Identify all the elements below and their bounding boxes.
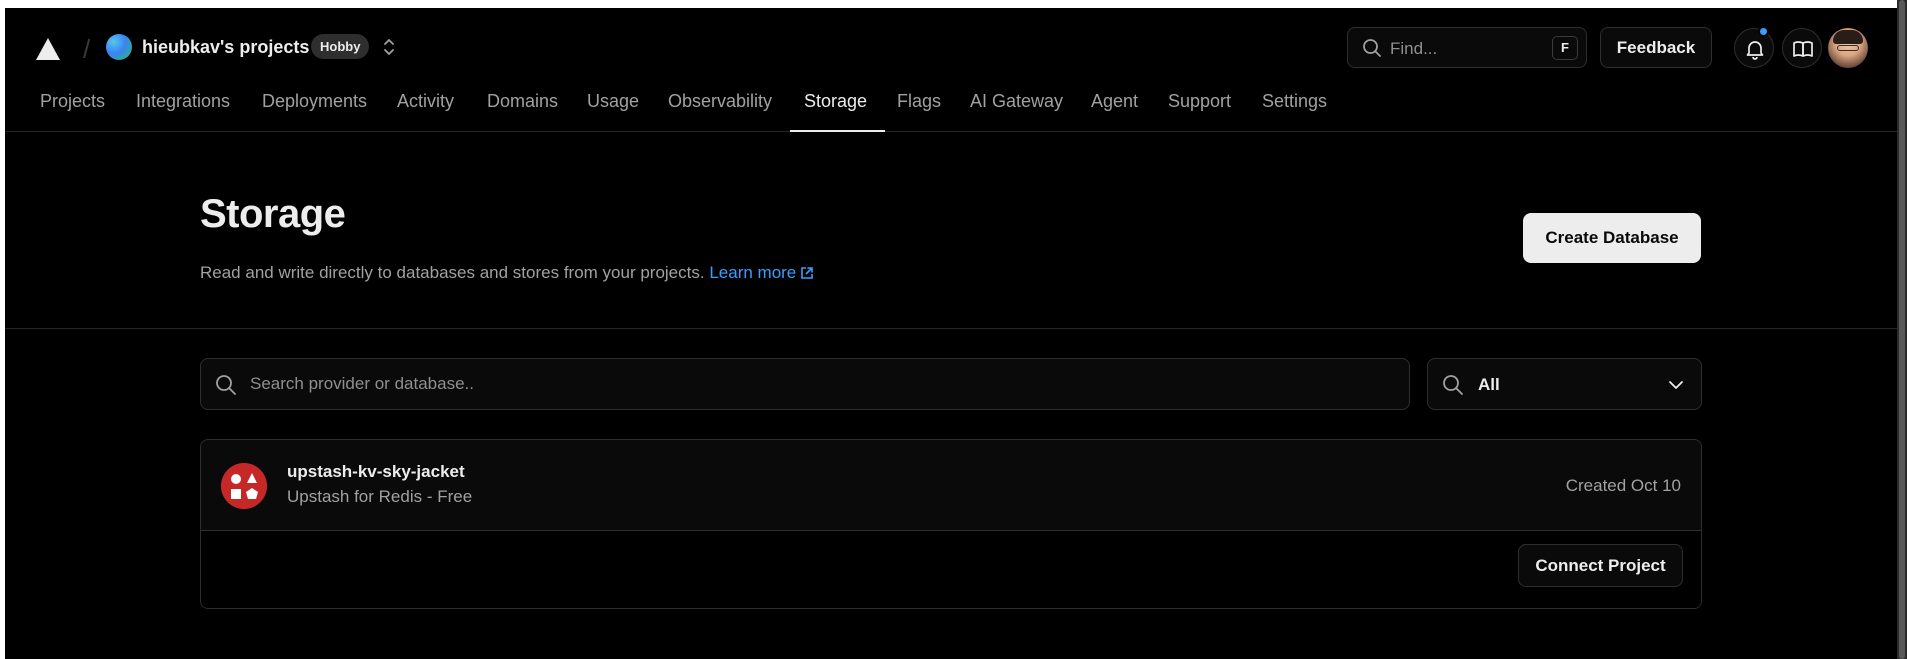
tab-agent[interactable]: Agent: [1091, 87, 1138, 132]
database-name[interactable]: upstash-kv-sky-jacket: [287, 462, 465, 482]
database-search-field[interactable]: [200, 358, 1410, 410]
book-icon: [1793, 41, 1813, 57]
tab-domains[interactable]: Domains: [487, 87, 558, 132]
breadcrumb-separator: /: [83, 34, 91, 64]
page-title: Storage: [200, 192, 346, 236]
bell-icon: [1746, 41, 1764, 60]
database-card: upstash-kv-sky-jacket Upstash for Redis …: [200, 439, 1702, 609]
top-navigation: / hieubkav's projects Hobby Find... F Fe…: [5, 8, 1897, 132]
active-tab-indicator: [790, 130, 885, 132]
team-avatar[interactable]: [106, 34, 132, 60]
tab-activity[interactable]: Activity: [397, 87, 454, 132]
tab-deployments[interactable]: Deployments: [262, 87, 367, 132]
tab-ai-gateway[interactable]: AI Gateway: [970, 87, 1063, 132]
plan-badge: Hobby: [311, 34, 370, 59]
tab-integrations[interactable]: Integrations: [136, 87, 230, 132]
database-provider: Upstash for Redis - Free: [287, 487, 473, 506]
upstash-icon: [221, 463, 267, 509]
page-description-text: Read and write directly to databases and…: [200, 263, 705, 282]
search-icon: [1363, 39, 1381, 57]
notification-indicator: [1758, 26, 1769, 37]
team-name[interactable]: hieubkav's projects: [142, 37, 309, 58]
user-avatar[interactable]: [1828, 28, 1868, 68]
chevrons-updown-icon[interactable]: [381, 35, 397, 59]
tab-storage[interactable]: Storage: [804, 87, 867, 132]
learn-more-link[interactable]: Learn more: [709, 263, 814, 282]
filter-selected-value: All: [1478, 375, 1500, 394]
tab-flags[interactable]: Flags: [897, 87, 941, 132]
vertical-scrollbar[interactable]: [1897, 0, 1907, 659]
docs-button[interactable]: [1782, 28, 1822, 68]
search-icon: [1443, 375, 1463, 395]
tab-observability[interactable]: Observability: [668, 87, 772, 132]
provider-filter-select[interactable]: All: [1427, 358, 1702, 410]
tab-support[interactable]: Support: [1168, 87, 1231, 132]
chevron-down-icon: [1669, 381, 1683, 389]
feedback-button[interactable]: Feedback: [1600, 27, 1712, 68]
search-icon: [216, 375, 236, 395]
database-search-input[interactable]: [250, 359, 1390, 409]
connect-project-button[interactable]: Connect Project: [1518, 544, 1683, 587]
page-header: Storage Read and write directly to datab…: [5, 133, 1897, 329]
tab-settings[interactable]: Settings: [1262, 87, 1327, 132]
page-description: Read and write directly to databases and…: [200, 263, 814, 283]
database-created-date: Created Oct 10: [1565, 476, 1681, 495]
find-placeholder: Find...: [1390, 39, 1438, 58]
app-window: / hieubkav's projects Hobby Find... F Fe…: [5, 8, 1897, 659]
database-card-footer: Connect Project: [201, 531, 1701, 608]
vercel-logo-icon[interactable]: [35, 37, 61, 61]
tab-usage[interactable]: Usage: [587, 87, 639, 132]
tab-projects[interactable]: Projects: [40, 87, 105, 132]
find-input[interactable]: Find... F: [1347, 27, 1587, 68]
database-row[interactable]: upstash-kv-sky-jacket Upstash for Redis …: [201, 440, 1701, 531]
external-link-icon: [801, 267, 814, 279]
find-shortcut-key: F: [1552, 36, 1578, 60]
create-database-button[interactable]: Create Database: [1523, 213, 1701, 263]
scrollbar-thumb[interactable]: [1899, 0, 1905, 659]
learn-more-label: Learn more: [709, 263, 797, 282]
